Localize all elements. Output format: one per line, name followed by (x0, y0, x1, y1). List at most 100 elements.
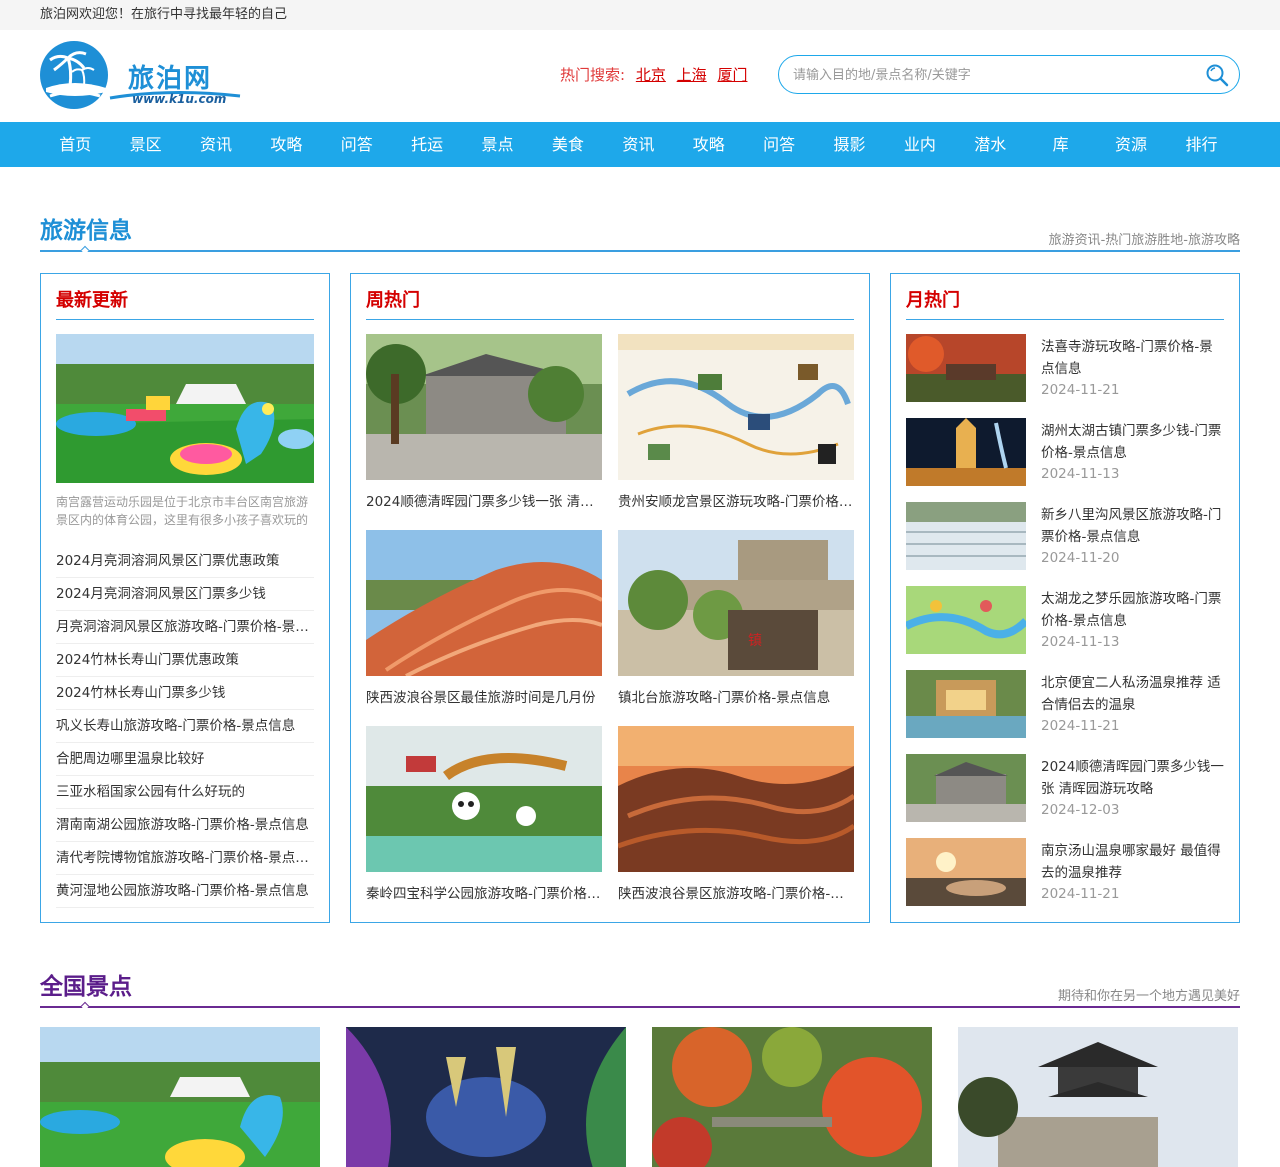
site-logo[interactable]: 旅泊网 www.k1u.com (40, 40, 250, 110)
national-header: 全国景点 期待和你在另一个地方遇见美好 (40, 967, 1240, 1011)
section-notch (80, 1001, 90, 1011)
header: 旅泊网 www.k1u.com 热门搜索: 北京 上海 厦门 (40, 30, 1240, 122)
section-divider (40, 250, 1240, 252)
feature-description: 南宫露营运动乐园是位于北京市丰台区南宫旅游景区内的体育公园，这里有很多小孩子喜欢… (56, 495, 309, 527)
sunset-spring-image (906, 838, 1026, 906)
list-item[interactable]: 月亮洞溶洞风景区旅游攻略-门票价格-景点信息 (56, 611, 314, 644)
nav-item-scenic-area[interactable]: 景区 (110, 122, 180, 167)
list-item[interactable]: 渭南南湖公园旅游攻略-门票价格-景点信息 (56, 809, 314, 842)
main-nav: 首页 景区 资讯 攻略 问答 托运 景点 美食 资讯 攻略 问答 摄影 业内 潜… (0, 122, 1280, 167)
monthly-hot-panel: 月热门 法喜寺游玩攻略-门票价格-景点信息 2024-11-21 湖州太湖古镇门… (890, 273, 1240, 923)
list-item[interactable]: 黄河湿地公园旅游攻略-门票价格-景点信息 (56, 875, 314, 908)
nav-item-photography[interactable]: 摄影 (814, 122, 884, 167)
science-park-image (366, 726, 602, 872)
list-item[interactable]: 湖州太湖古镇门票多少钱-门票价格-景点信息 2024-11-13 (906, 418, 1226, 488)
panel-divider (906, 319, 1224, 320)
list-item[interactable]: 新乡八里沟风景区旅游攻略-门票价格-景点信息 2024-11-20 (906, 502, 1226, 572)
temple-image (906, 334, 1026, 402)
item-date: 2024-11-13 (1041, 466, 1120, 482)
magnifier-icon[interactable] (1205, 63, 1229, 87)
list-item[interactable]: 北京便宜二人私汤温泉推荐 适合情侣去的温泉 2024-11-21 (906, 670, 1226, 740)
hot-keyword-xiamen[interactable]: 厦门 (717, 66, 747, 84)
nav-item-diving[interactable]: 潜水 (955, 122, 1025, 167)
card-caption: 贵州安顺龙宫景区游玩攻略-门票价格-景点信息 (618, 494, 854, 510)
garden-image (366, 334, 602, 480)
nav-item-guide-2[interactable]: 攻略 (674, 122, 744, 167)
nav-item-qa[interactable]: 问答 (322, 122, 392, 167)
item-title: 南京汤山温泉哪家最好 最值得去的温泉推荐 (1041, 843, 1221, 881)
feature-image[interactable] (56, 334, 314, 483)
garden-image (906, 754, 1026, 822)
nav-item-resources[interactable]: 资源 (1096, 122, 1166, 167)
svg-text:镇: 镇 (748, 633, 762, 649)
nav-item-attractions[interactable]: 景点 (462, 122, 532, 167)
logo-name: 旅泊网 (128, 64, 213, 94)
top-bar: 旅泊网欢迎您！在旅行中寻找最年轻的自己 (0, 0, 1280, 30)
hot-search-label: 热门搜索: (560, 66, 626, 84)
list-item[interactable]: 法喜寺游玩攻略-门票价格-景点信息 2024-11-21 (906, 334, 1226, 404)
item-date: 2024-12-03 (1041, 802, 1120, 818)
item-title: 湖州太湖古镇门票多少钱-门票价格-景点信息 (1041, 423, 1222, 461)
map-image (618, 334, 854, 480)
national-subtitle: 期待和你在另一个地方遇见美好 (1057, 989, 1240, 1004)
section-notch (80, 245, 90, 255)
weekly-card[interactable]: 陕西波浪谷景区旅游攻略-门票价格-景点信息 (618, 726, 854, 902)
item-title: 北京便宜二人私汤温泉推荐 适合情侣去的温泉 (1041, 675, 1221, 713)
nav-item-library[interactable]: 库 (1025, 122, 1095, 167)
hot-keyword-shanghai[interactable]: 上海 (677, 66, 707, 84)
latest-updates-title: 最新更新 (56, 290, 128, 311)
list-item[interactable]: 2024月亮洞溶洞风景区门票优惠政策 (56, 545, 314, 578)
travel-info-title: 旅游信息 (40, 218, 132, 244)
list-item[interactable]: 巩义长寿山旅游攻略-门票价格-景点信息 (56, 710, 314, 743)
nav-item-guide[interactable]: 攻略 (251, 122, 321, 167)
weekly-card[interactable]: 2024顺德清晖园门票多少钱一张 清晖园游玩攻略 (366, 334, 602, 510)
search-input[interactable] (793, 65, 1193, 85)
nav-item-shipping[interactable]: 托运 (392, 122, 462, 167)
list-item[interactable]: 三亚水稻国家公园有什么好玩的 (56, 776, 314, 809)
travel-info-header: 旅游信息 旅游资讯-热门旅游胜地-旅游攻略 (40, 211, 1240, 255)
list-item[interactable]: 合肥周边哪里温泉比较好 (56, 743, 314, 776)
nav-item-news-2[interactable]: 资讯 (603, 122, 673, 167)
card-caption: 陕西波浪谷景区旅游攻略-门票价格-景点信息 (618, 886, 854, 902)
item-title: 新乡八里沟风景区旅游攻略-门票价格-景点信息 (1041, 507, 1222, 545)
monthly-hot-title: 月热门 (906, 290, 960, 311)
autumn-valley-image[interactable] (652, 1027, 932, 1167)
weekly-card[interactable]: 陕西波浪谷景区最佳旅游时间是几月份 (366, 530, 602, 706)
list-item[interactable]: 2024竹林长寿山门票优惠政策 (56, 644, 314, 677)
hot-search: 热门搜索: 北京 上海 厦门 (560, 64, 747, 85)
item-title: 太湖龙之梦乐园旅游攻略-门票价格-景点信息 (1041, 591, 1222, 629)
list-item[interactable]: 太湖龙之梦乐园旅游攻略-门票价格-景点信息 2024-11-13 (906, 586, 1226, 656)
section-divider (40, 1006, 1240, 1008)
waterpark-image[interactable] (40, 1027, 320, 1167)
sunset-rock-image (618, 726, 854, 872)
cave-image[interactable] (346, 1027, 626, 1167)
weekly-card[interactable]: 秦岭四宝科学公园旅游攻略-门票价格-景点信息 (366, 726, 602, 902)
pavilion-image[interactable] (958, 1027, 1238, 1167)
list-item[interactable]: 2024竹林长寿山门票多少钱 (56, 677, 314, 710)
list-item[interactable]: 南京汤山温泉哪家最好 最值得去的温泉推荐 2024-11-21 (906, 838, 1226, 908)
nav-item-home[interactable]: 首页 (40, 122, 110, 167)
hot-spring-image (906, 670, 1026, 738)
weekly-hot-panel: 周热门 2024顺德清晖园门票多少钱一张 清晖园游玩攻略 (350, 273, 870, 923)
nav-item-industry[interactable]: 业内 (885, 122, 955, 167)
card-caption: 陕西波浪谷景区最佳旅游时间是几月份 (366, 690, 596, 706)
list-item[interactable]: 清代考院博物馆旅游攻略-门票价格-景点信息 (56, 842, 314, 875)
waterfall-image (906, 502, 1026, 570)
ancient-town-image (906, 418, 1026, 486)
nav-item-qa-2[interactable]: 问答 (744, 122, 814, 167)
list-item[interactable]: 2024月亮洞溶洞风景区门票多少钱 (56, 578, 314, 611)
item-title: 2024顺德清晖园门票多少钱一张 清晖园游玩攻略 (1041, 759, 1224, 797)
weekly-card[interactable]: 镇 镇北台旅游攻略-门票价格-景点信息 (618, 530, 854, 706)
panel-divider (366, 319, 854, 320)
list-item[interactable]: 2024顺德清晖园门票多少钱一张 清晖园游玩攻略 2024-12-03 (906, 754, 1226, 824)
nav-item-food[interactable]: 美食 (533, 122, 603, 167)
wave-valley-image (366, 530, 602, 676)
card-caption: 2024顺德清晖园门票多少钱一张 清晖园游玩攻略 (366, 494, 602, 510)
nav-item-news[interactable]: 资讯 (181, 122, 251, 167)
nav-item-ranking[interactable]: 排行 (1166, 122, 1236, 167)
weekly-card[interactable]: 贵州安顺龙宫景区游玩攻略-门票价格-景点信息 (618, 334, 854, 510)
latest-updates-panel: 最新更新 南宫露营运动乐园是位于北京市丰台区南宫旅游景区内的体育公园，这里有很多… (40, 273, 330, 923)
item-date: 2024-11-21 (1041, 718, 1120, 734)
travel-info-subtitle: 旅游资讯-热门旅游胜地-旅游攻略 (1048, 233, 1240, 248)
hot-keyword-beijing[interactable]: 北京 (636, 66, 666, 84)
